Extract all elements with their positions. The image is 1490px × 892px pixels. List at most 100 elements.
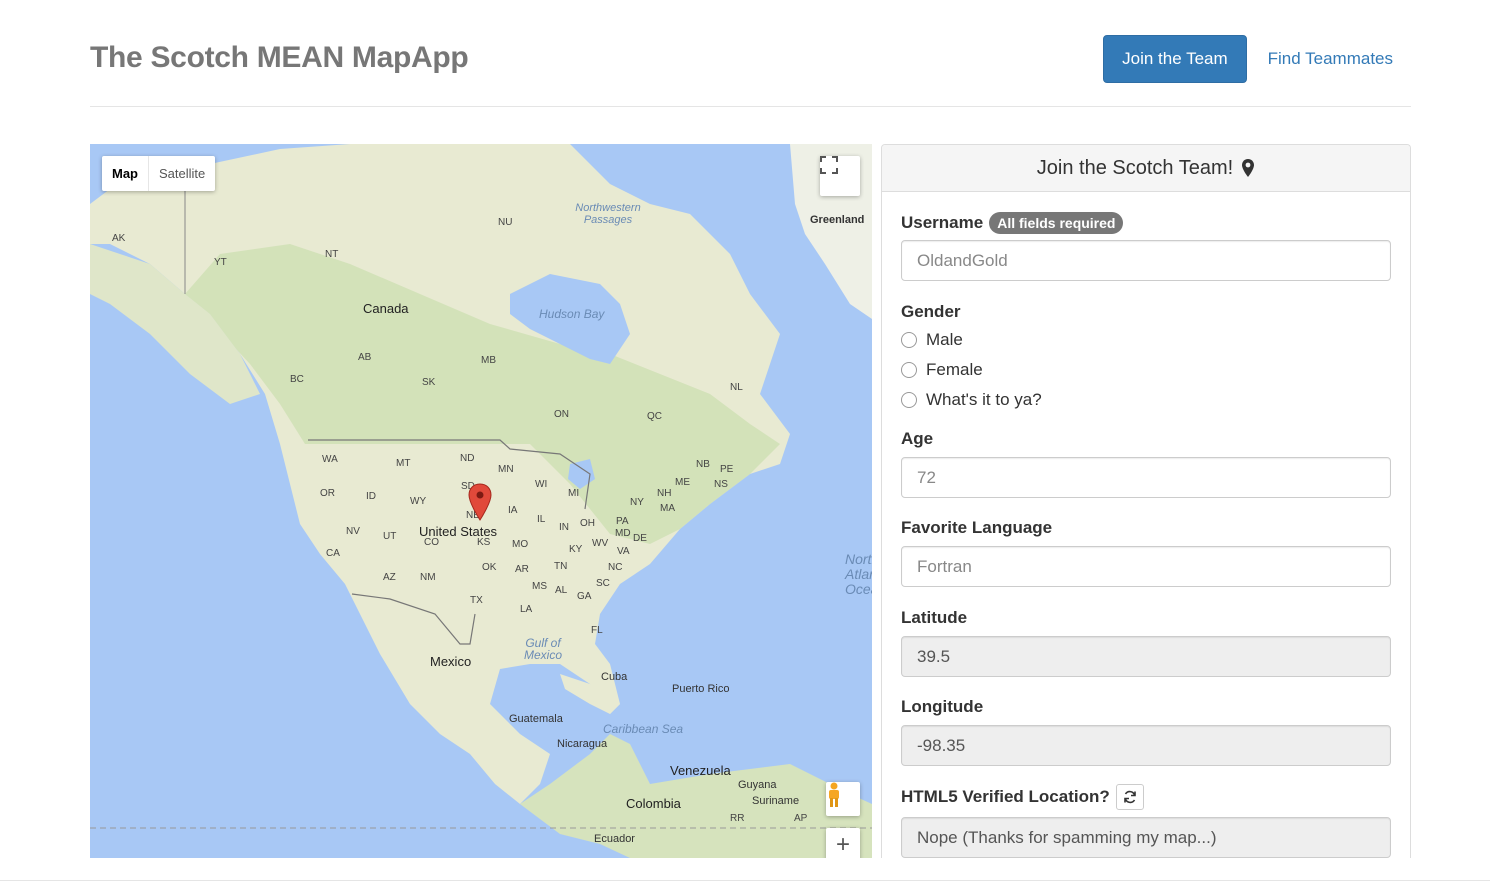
label-guyana: Guyana bbox=[738, 779, 777, 791]
state-label-ky: KY bbox=[569, 544, 583, 555]
panel-title: Join the Scotch Team! bbox=[1036, 156, 1234, 179]
state-label-il: IL bbox=[537, 514, 546, 525]
state-label-ak: AK bbox=[112, 233, 126, 244]
longitude-input: -98.35 bbox=[901, 725, 1391, 766]
state-label-me: ME bbox=[675, 477, 690, 488]
language-label: Favorite Language bbox=[901, 518, 1053, 537]
map-type-control: Map Satellite bbox=[102, 156, 216, 191]
south-america-landmass bbox=[520, 734, 872, 858]
gender-option-label: Male bbox=[926, 330, 963, 349]
label-canada: Canada bbox=[363, 301, 409, 316]
state-label-ns: NS bbox=[714, 479, 728, 490]
state-label-md: MD bbox=[615, 528, 631, 539]
state-label-oh: OH bbox=[580, 518, 595, 529]
label-mexico: Mexico bbox=[430, 654, 472, 669]
map-type-satellite-button[interactable]: Satellite bbox=[149, 156, 215, 191]
username-input[interactable]: OldandGold bbox=[901, 240, 1391, 281]
radio-other[interactable] bbox=[901, 392, 917, 408]
map-canvas[interactable]: Canada United States Mexico Greenland Cu… bbox=[90, 144, 872, 858]
state-label-wy: WY bbox=[410, 496, 427, 507]
state-label-ok: OK bbox=[482, 562, 497, 573]
join-form-panel: Join the Scotch Team! Username All field… bbox=[881, 144, 1411, 858]
state-label-ma: MA bbox=[660, 503, 675, 514]
street-view-button[interactable] bbox=[826, 782, 860, 816]
gender-option-label: What's it to ya? bbox=[926, 390, 1042, 409]
state-label-ga: GA bbox=[577, 591, 592, 602]
username-label-row: Username All fields required bbox=[901, 212, 1124, 234]
label-north-atlantic: North Atlantic Ocean bbox=[845, 551, 872, 597]
state-label-az: AZ bbox=[383, 572, 396, 583]
zoom-in-button[interactable]: + bbox=[826, 828, 860, 858]
join-team-button[interactable]: Join the Team bbox=[1103, 35, 1247, 83]
fullscreen-button[interactable] bbox=[820, 156, 860, 196]
label-hudson-bay: Hudson Bay bbox=[539, 307, 605, 321]
label-puerto-rico: Puerto Rico bbox=[672, 683, 730, 695]
state-label-rr: RR bbox=[730, 813, 745, 824]
gender-option-male[interactable]: Male bbox=[901, 325, 1042, 355]
state-label-ks: KS bbox=[477, 537, 491, 548]
age-input[interactable]: 72 bbox=[901, 457, 1391, 498]
label-suriname: Suriname bbox=[752, 795, 800, 807]
state-label-bc: BC bbox=[290, 374, 304, 385]
label-colombia: Colombia bbox=[626, 796, 681, 811]
state-label-ar: AR bbox=[515, 564, 529, 575]
state-label-yt: YT bbox=[214, 257, 227, 268]
latitude-label: Latitude bbox=[901, 608, 968, 627]
gender-radio-group: Male Female What's it to ya? bbox=[901, 325, 1042, 415]
state-label-tn: TN bbox=[554, 561, 568, 572]
state-label-qc: QC bbox=[647, 411, 662, 422]
state-label-in: IN bbox=[559, 522, 569, 533]
header: The Scotch MEAN MapApp Join the Team Fin… bbox=[90, 0, 1411, 107]
state-label-nv: NV bbox=[346, 526, 360, 537]
state-label-mb: MB bbox=[481, 355, 496, 366]
state-label-nm: NM bbox=[420, 572, 436, 583]
gender-option-other[interactable]: What's it to ya? bbox=[901, 385, 1042, 415]
state-label-nd: ND bbox=[460, 453, 475, 464]
state-label-tx: TX bbox=[470, 595, 483, 606]
state-label-or: OR bbox=[320, 488, 335, 499]
state-label-va: VA bbox=[617, 546, 630, 557]
age-label: Age bbox=[901, 429, 934, 448]
gender-option-label: Female bbox=[926, 360, 983, 379]
label-venezuela: Venezuela bbox=[670, 763, 731, 778]
state-label-ny: NY bbox=[630, 497, 644, 508]
label-caribbean-sea: Caribbean Sea bbox=[603, 722, 684, 736]
radio-female[interactable] bbox=[901, 362, 917, 378]
state-label-pe: PE bbox=[720, 464, 734, 475]
state-label-ut: UT bbox=[383, 531, 397, 542]
state-label-mo: MO bbox=[512, 539, 529, 550]
fullscreen-icon bbox=[820, 156, 838, 174]
label-guatemala: Guatemala bbox=[509, 713, 563, 725]
state-label-nh: NH bbox=[657, 488, 672, 499]
state-label-nl: NL bbox=[730, 382, 743, 393]
app-title: The Scotch MEAN MapApp bbox=[90, 41, 469, 74]
label-ecuador: Ecuador bbox=[594, 833, 635, 845]
plus-icon: + bbox=[835, 831, 850, 858]
required-badge: All fields required bbox=[989, 212, 1124, 234]
state-label-ms: MS bbox=[532, 581, 547, 592]
state-label-co: CO bbox=[424, 537, 439, 548]
language-input[interactable]: Fortran bbox=[901, 546, 1391, 587]
username-label: Username bbox=[901, 213, 984, 232]
state-label-mt: MT bbox=[396, 458, 411, 469]
gender-option-female[interactable]: Female bbox=[901, 355, 1042, 385]
label-gulf-of-mexico: Gulf of Mexico bbox=[523, 636, 562, 662]
find-teammates-link[interactable]: Find Teammates bbox=[1250, 35, 1411, 83]
state-label-nc: NC bbox=[608, 562, 623, 573]
latitude-input: 39.5 bbox=[901, 636, 1391, 677]
pegman-icon bbox=[829, 782, 839, 807]
html5-label-row: HTML5 Verified Location? bbox=[901, 784, 1144, 810]
state-label-sc: SC bbox=[596, 578, 610, 589]
footer-divider bbox=[0, 880, 1490, 881]
state-label-ia: IA bbox=[508, 505, 518, 516]
map-type-map-button[interactable]: Map bbox=[102, 156, 149, 191]
state-label-wv: WV bbox=[592, 538, 609, 549]
map-marker-icon[interactable] bbox=[468, 483, 492, 521]
state-label-fl: FL bbox=[591, 625, 603, 636]
state-label-nb: NB bbox=[696, 459, 710, 470]
refresh-location-button[interactable] bbox=[1115, 784, 1144, 810]
label-greenland: Greenland bbox=[810, 214, 865, 226]
html5-label: HTML5 Verified Location? bbox=[901, 787, 1110, 806]
radio-male[interactable] bbox=[901, 332, 917, 348]
state-label-ap: AP bbox=[794, 813, 808, 824]
